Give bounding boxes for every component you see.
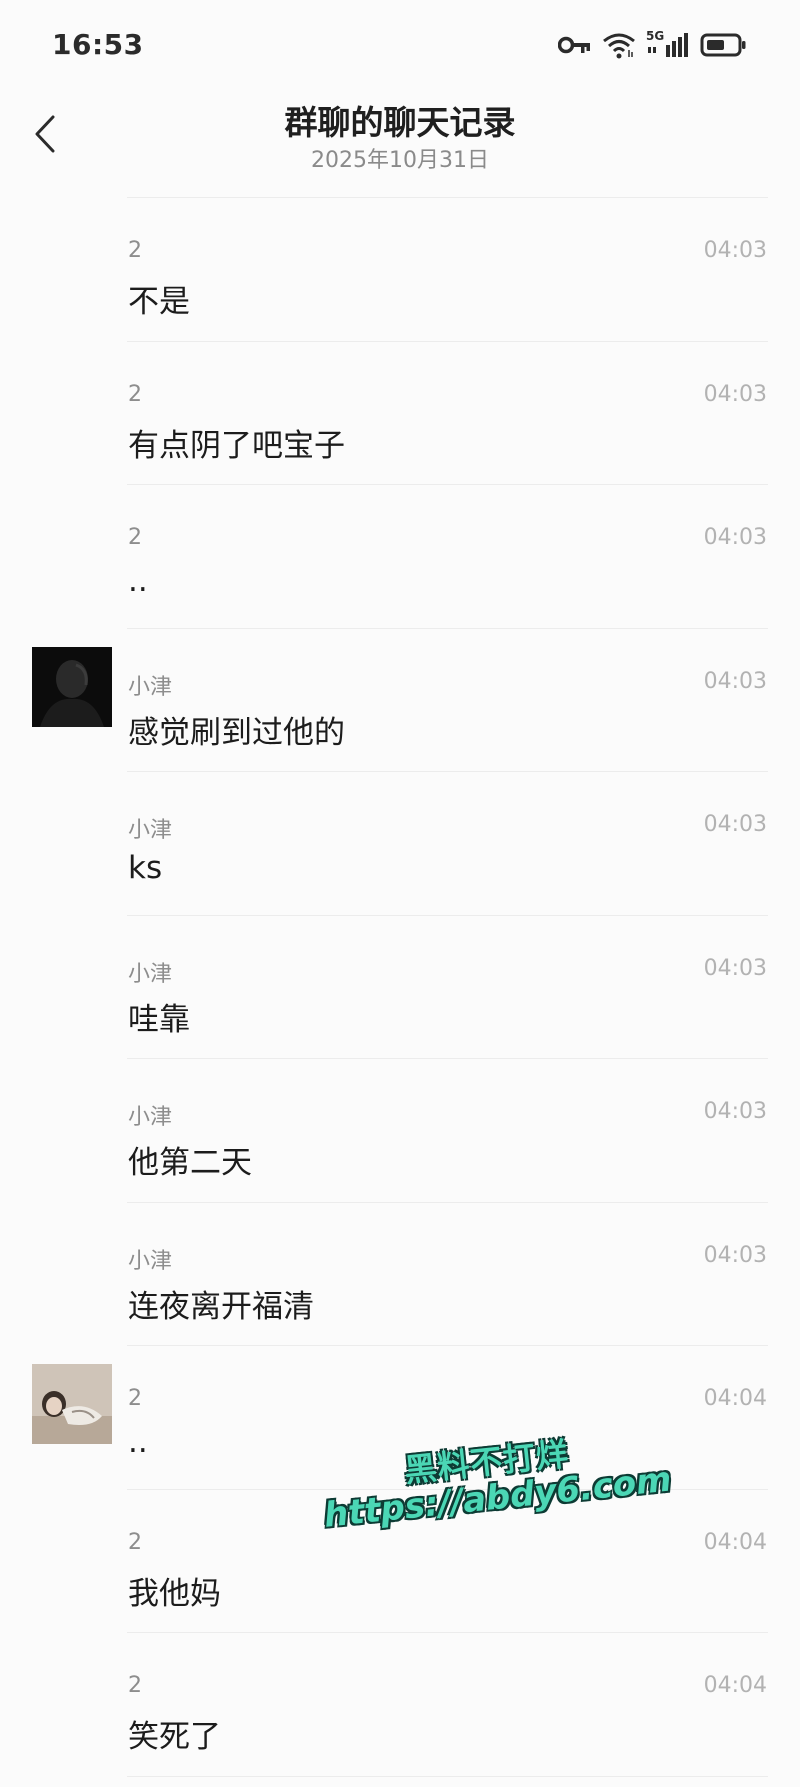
page-title: 群聊的聊天记录 — [284, 103, 516, 142]
message-sender: 小津 — [128, 674, 173, 700]
signal-icon — [648, 33, 688, 57]
message-text[interactable]: .. — [128, 563, 148, 599]
message-item[interactable]: 小津 04:03 他第二天 — [0, 1059, 800, 1203]
message-text[interactable]: 感觉刷到过他的 — [128, 707, 345, 752]
nav-bar: 群聊的聊天记录 2025年10月31日 — [0, 90, 800, 190]
message-time: 04:04 — [703, 1673, 767, 1698]
message-item[interactable]: 小津 04:03 感觉刷到过他的 — [0, 629, 800, 772]
message-item[interactable]: 2 04:04 我他妈 — [0, 1490, 800, 1633]
message-text[interactable]: 不是 — [128, 276, 190, 321]
message-sender: 2 — [128, 238, 142, 263]
status-icons: 5G — [558, 29, 748, 60]
message-time: 04:03 — [703, 955, 767, 981]
message-text[interactable]: 我他妈 — [128, 1568, 221, 1613]
avatar[interactable] — [32, 646, 112, 727]
message-text[interactable]: 他第二天 — [128, 1137, 252, 1182]
message-item[interactable]: 小津 04:03 连夜离开福清 — [0, 1203, 800, 1346]
message-item[interactable]: 2 04:03.. — [0, 485, 800, 629]
message-sender: 2 — [128, 525, 142, 550]
message-time: 04:03 — [703, 525, 767, 550]
message-item[interactable]: 小津 04:03 ks — [0, 772, 800, 916]
message-sender: 2 — [128, 381, 142, 407]
message-time: 04:04 — [703, 1529, 767, 1555]
status-bar: 16:53 5G — [0, 0, 800, 90]
message-sender: 小津 — [128, 961, 173, 987]
message-text[interactable]: 笑死了 — [128, 1711, 221, 1756]
page-subtitle-date: 2025年10月31日 — [311, 148, 489, 173]
message-sender: 小津 — [128, 1248, 173, 1274]
message-text[interactable]: 有点阴了吧宝子 — [128, 420, 345, 465]
message-sender: 小津 — [128, 1105, 173, 1130]
message-sender: 2 — [128, 1386, 142, 1411]
avatar[interactable] — [32, 1364, 112, 1444]
message-time: 04:03 — [703, 238, 767, 263]
message-item[interactable]: 小津 04:03 哇靠 — [0, 916, 800, 1059]
status-time: 16:53 — [52, 28, 144, 61]
divider — [127, 1775, 768, 1777]
message-item[interactable]: 2 04:04.. — [0, 1346, 800, 1490]
message-item[interactable]: 2 04:03 有点阴了吧宝子 — [0, 342, 800, 485]
battery-icon — [700, 33, 746, 57]
message-time: 04:03 — [703, 381, 767, 407]
message-time: 04:04 — [703, 1386, 767, 1411]
message-time: 04:03 — [703, 812, 767, 837]
message-time: 04:03 — [703, 668, 767, 694]
message-text[interactable]: 哇靠 — [128, 994, 190, 1039]
message-text[interactable]: 连夜离开福清 — [128, 1281, 314, 1326]
message-sender: 小津 — [128, 818, 173, 843]
message-text[interactable]: ks — [128, 850, 162, 886]
cellular-signal: 5G — [646, 29, 690, 59]
message-sender: 2 — [128, 1673, 142, 1698]
message-text[interactable]: .. — [128, 1424, 148, 1460]
message-time: 04:03 — [703, 1099, 767, 1124]
message-list[interactable]: 2 04:03 不是 2 04:03 有点阴了吧宝子 2 04:03.. 小津 04:03 感觉刷到… — [0, 198, 800, 1777]
message-time: 04:03 — [703, 1242, 767, 1268]
key-icon — [558, 36, 590, 54]
message-sender: 2 — [128, 1529, 142, 1555]
wifi-icon — [603, 33, 635, 59]
message-item[interactable]: 2 04:04 笑死了 — [0, 1633, 800, 1777]
message-item[interactable]: 2 04:03 不是 — [0, 198, 800, 342]
